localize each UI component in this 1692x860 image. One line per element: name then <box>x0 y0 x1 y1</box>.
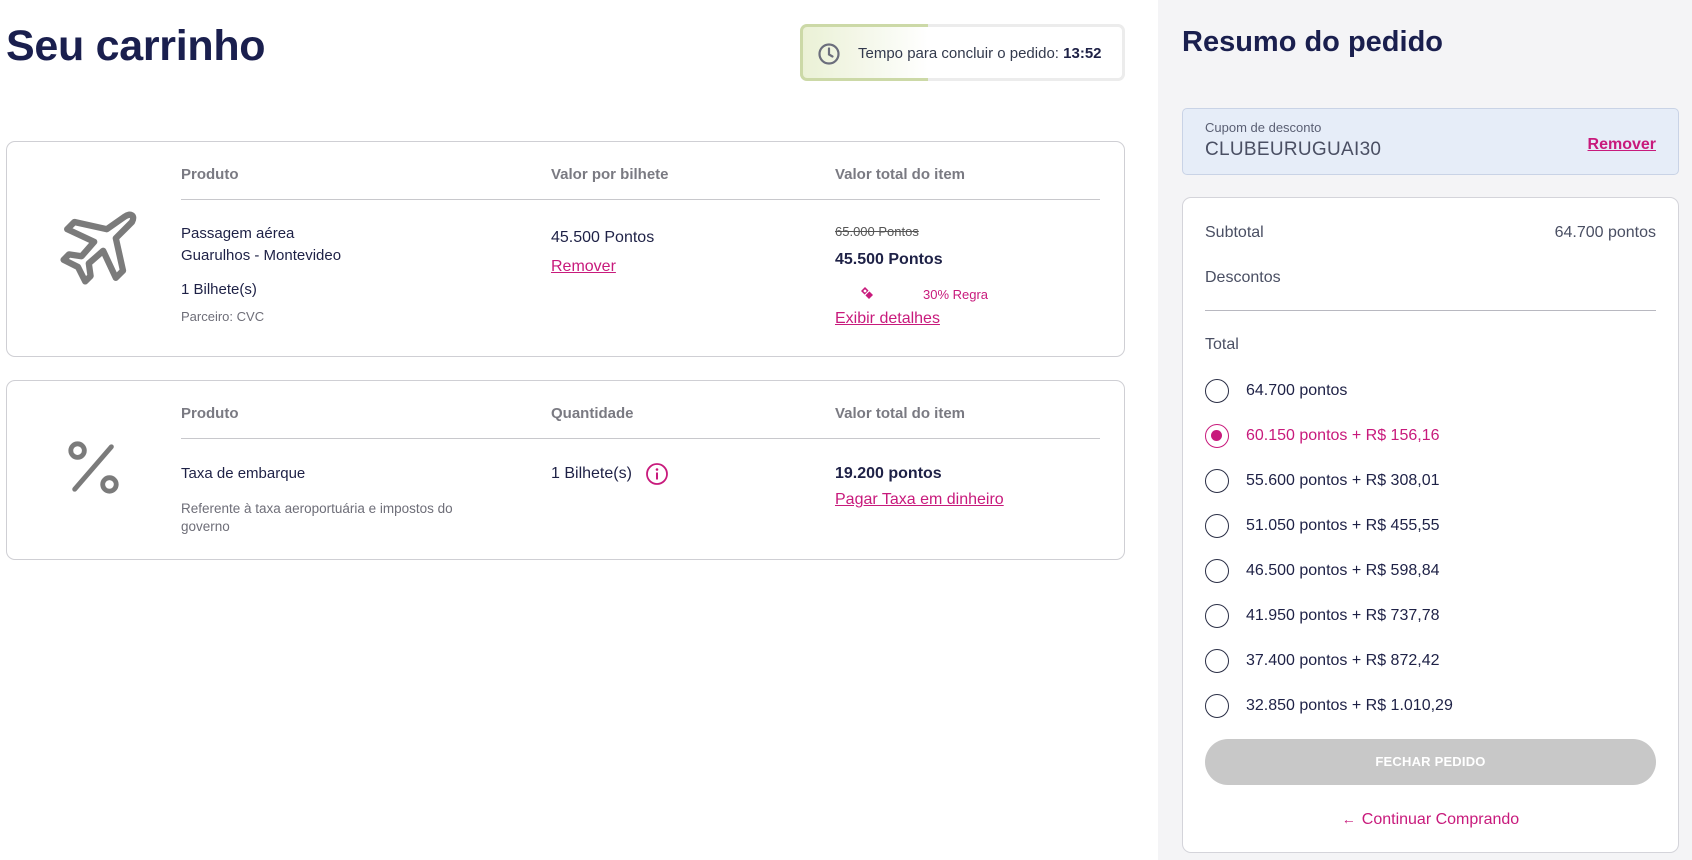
payment-option[interactable]: 46.500 pontos + R$ 598,84 <box>1205 558 1440 584</box>
tax-total: 19.200 pontos <box>835 465 942 482</box>
product-description-line1: Referente à taxa aeroportuária e imposto… <box>181 501 453 516</box>
airplane-icon <box>60 211 137 285</box>
close-order-button[interactable]: FECHAR PEDIDO <box>1205 739 1656 785</box>
payment-option-label: 51.050 pontos + R$ 455,55 <box>1246 517 1440 534</box>
coupon-label: Cupom de desconto <box>1205 120 1322 135</box>
discount-tag-icon <box>861 287 873 299</box>
subtotal-value: 64.700 pontos <box>1554 224 1656 241</box>
percent-icon <box>68 441 119 494</box>
summary-box: Subtotal 64.700 pontos Descontos Total 6… <box>1182 197 1679 853</box>
payment-option-label: 60.150 pontos + R$ 156,16 <box>1246 427 1440 444</box>
product-description-line2: governo <box>181 519 230 534</box>
payment-option-label: 46.500 pontos + R$ 598,84 <box>1246 562 1440 579</box>
col-header-unit-value: Valor por bilhete <box>551 166 669 183</box>
tax-quantity: 1 Bilhete(s) <box>551 465 632 482</box>
remove-coupon-link[interactable]: Remover <box>1588 136 1656 154</box>
radio-button[interactable] <box>1205 424 1229 448</box>
col-header-item-total: Valor total do item <box>835 405 966 422</box>
discounts-label: Descontos <box>1205 269 1281 286</box>
subtotal-label: Subtotal <box>1205 224 1264 241</box>
timer-value: 13:52 <box>1063 45 1102 62</box>
payment-option[interactable]: 51.050 pontos + R$ 455,55 <box>1205 513 1440 539</box>
timer-label: Tempo para concluir o pedido: <box>858 45 1059 62</box>
payment-option-label: 41.950 pontos + R$ 737,78 <box>1246 607 1440 624</box>
payment-option-label: 32.850 pontos + R$ 1.010,29 <box>1246 697 1453 714</box>
radio-button[interactable] <box>1205 604 1229 628</box>
product-name: Taxa de embarque <box>181 465 306 482</box>
item-total: 45.500 Pontos <box>835 251 943 268</box>
header-divider <box>181 438 1100 439</box>
page-title: Seu carrinho <box>6 22 266 70</box>
radio-button[interactable] <box>1205 379 1229 403</box>
total-label: Total <box>1205 336 1239 353</box>
payment-option[interactable]: 64.700 pontos <box>1205 378 1347 404</box>
payment-option[interactable]: 32.850 pontos + R$ 1.010,29 <box>1205 693 1453 719</box>
subtotal-row: Subtotal 64.700 pontos <box>1205 224 1656 242</box>
radio-button[interactable] <box>1205 514 1229 538</box>
summary-title: Resumo do pedido <box>1182 26 1443 58</box>
coupon-box: Cupom de desconto CLUBEURUGUAI30 Remover <box>1182 108 1679 175</box>
partner-label: Parceiro: CVC <box>181 309 265 324</box>
show-details-link[interactable]: Exibir detalhes <box>835 310 940 328</box>
discounts-row: Descontos <box>1205 269 1656 287</box>
product-route: Guarulhos - Montevideo <box>181 247 342 264</box>
cart-item-boarding-tax: Produto Quantidade Valor total do item T… <box>6 380 1125 560</box>
summary-divider <box>1205 310 1656 311</box>
original-total: 65.000 Pontos <box>835 224 919 239</box>
col-header-quantity: Quantidade <box>551 405 634 422</box>
col-header-product: Produto <box>181 166 239 183</box>
col-header-item-total: Valor total do item <box>835 166 966 183</box>
payment-option[interactable]: 60.150 pontos + R$ 156,16 <box>1205 423 1440 449</box>
promo-rule: 30% Regra <box>923 287 989 302</box>
payment-option-label: 64.700 pontos <box>1246 382 1348 399</box>
checkout-timer: Tempo para concluir o pedido: 13:52 <box>800 24 1125 81</box>
col-header-product: Produto <box>181 405 239 422</box>
ticket-quantity: 1 Bilhete(s) <box>181 281 257 298</box>
continue-shopping-label: Continuar Comprando <box>1361 811 1520 828</box>
product-name: Passagem aérea <box>181 225 295 242</box>
payment-option[interactable]: 41.950 pontos + R$ 737,78 <box>1205 603 1440 629</box>
payment-option-label: 55.600 pontos + R$ 308,01 <box>1246 472 1440 489</box>
unit-value: 45.500 Pontos <box>551 229 655 246</box>
radio-button[interactable] <box>1205 469 1229 493</box>
payment-option[interactable]: 55.600 pontos + R$ 308,01 <box>1205 468 1440 494</box>
payment-option[interactable]: 37.400 pontos + R$ 872,42 <box>1205 648 1440 674</box>
cart-item-flight: Produto Valor por bilhete Valor total do… <box>6 141 1125 357</box>
header-divider <box>181 199 1100 200</box>
radio-button[interactable] <box>1205 694 1229 718</box>
order-summary-panel: Resumo do pedido Cupom de desconto CLUBE… <box>1158 0 1692 860</box>
coupon-code: CLUBEURUGUAI30 <box>1205 139 1382 160</box>
payment-option-label: 37.400 pontos + R$ 872,42 <box>1246 652 1440 669</box>
info-icon[interactable] <box>645 462 669 486</box>
clock-icon <box>818 43 840 65</box>
timer-text: Tempo para concluir o pedido: 13:52 <box>858 45 1102 62</box>
pay-tax-cash-link[interactable]: Pagar Taxa em dinheiro <box>835 491 1004 509</box>
remove-item-link[interactable]: Remover <box>551 258 616 276</box>
radio-button[interactable] <box>1205 559 1229 583</box>
arrow-left-icon: ← <box>1341 811 1356 827</box>
radio-button[interactable] <box>1205 649 1229 673</box>
continue-shopping-link[interactable]: ← Continuar Comprando <box>1183 811 1678 829</box>
